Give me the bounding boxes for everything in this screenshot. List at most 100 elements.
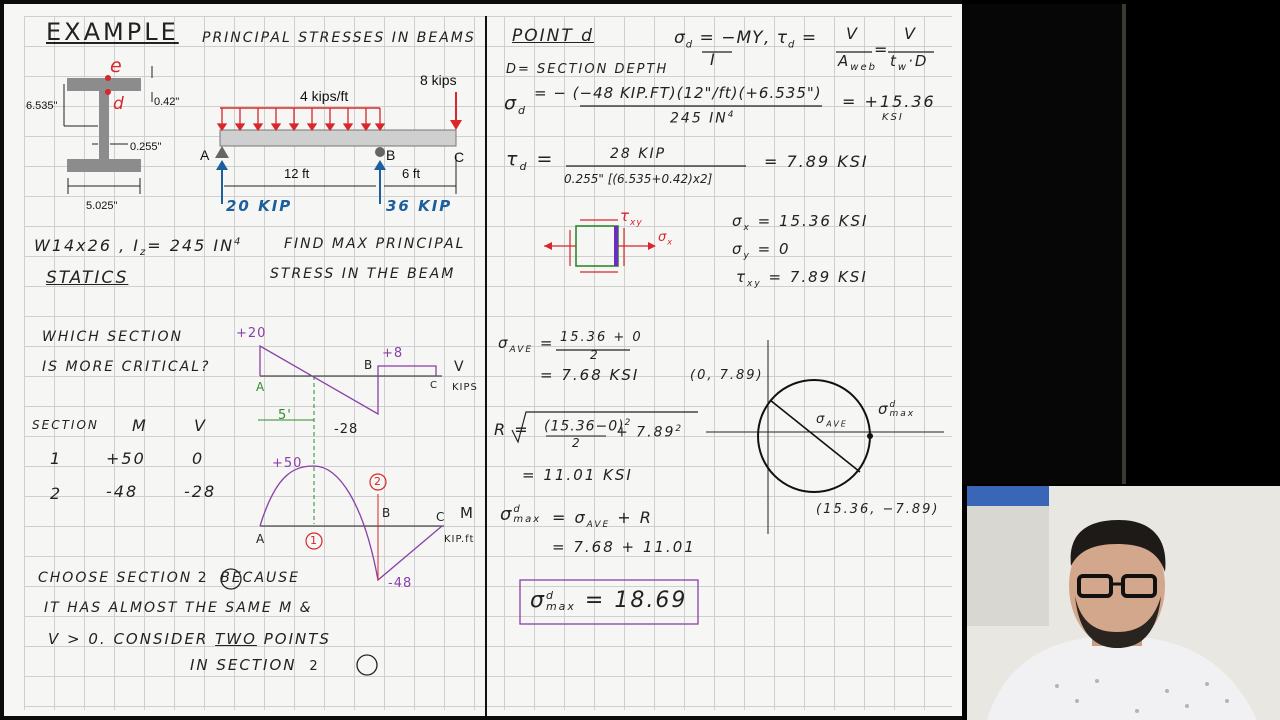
table-header-m: M (132, 416, 148, 435)
find-line-1: FIND MAX PRINCIPAL (284, 236, 466, 252)
sy-line: σy = 0 (732, 240, 791, 261)
dim-web: 0.255" (130, 141, 162, 153)
moment-pos-label: +50 (272, 456, 303, 471)
top-flange (67, 78, 141, 91)
sx-line: σx = 15.36 KSI (732, 212, 869, 233)
save-result: = 7.68 KSI (540, 366, 640, 384)
choose-circle-2 (356, 654, 378, 676)
label-e: e (110, 55, 123, 77)
shear-curve (259, 344, 437, 416)
r-expr-tail: + 7.892 (616, 424, 684, 441)
shear-neg-label: -28 (334, 422, 359, 437)
mohr-point-1: (0, 7.89) (690, 368, 764, 383)
beam-label-a: A (200, 147, 210, 163)
web (99, 91, 109, 159)
formula-eq2: = (874, 40, 890, 59)
moment-curve (259, 465, 443, 582)
shear-c-label: C (430, 380, 438, 391)
table-header-section: SECTION (32, 418, 99, 432)
table-header-v: V (194, 416, 207, 435)
moment-m-label: M (460, 504, 474, 522)
shear-a-label: A (256, 380, 266, 394)
txy-line: τxy = 7.89 KSI (736, 268, 868, 289)
formula-sigma-d: σd = −MY (674, 28, 764, 51)
which-line-2: IS MORE CRITICAL? (42, 359, 211, 375)
sigma-d-unit: KSI (882, 112, 904, 123)
find-line-2: STRESS IN THE BEAM (270, 266, 456, 282)
shear-pos-label: +20 (236, 326, 267, 341)
table-row-1-section: 1 (50, 449, 63, 468)
reaction-b-label: 36 KIP (386, 197, 453, 215)
moment-c-label: C (436, 510, 446, 524)
tau-d-result: = 7.89 KSI (764, 152, 869, 171)
shear-b-point-label: B (364, 358, 374, 372)
beam-label-c: C (454, 149, 465, 165)
mohr-point-2: (15.36, −7.89) (816, 502, 940, 517)
formula-v2: V (904, 24, 917, 43)
section-props: W14x26 , Iz= 245 IN4 (34, 236, 243, 259)
mohr-center-label: σAVE (816, 412, 848, 429)
dist-load-label: 4 kips/ft (300, 88, 349, 104)
tau-d-num: 28 KIP (610, 146, 667, 162)
sigma-d-result: = +15.36 (842, 92, 936, 111)
reaction-a-label: 20 KIP (226, 197, 293, 215)
formula-tau-d: , τd = (764, 28, 818, 51)
save-num: 15.36 + 0 (560, 330, 643, 345)
label-d: d (113, 94, 125, 114)
boxed-answer: σ d max = 18.69 (530, 588, 688, 613)
formula-sigma-den: I (710, 50, 717, 69)
moment-unit-label: KIP.ft (444, 534, 475, 545)
table-row-1-v: 0 (192, 449, 205, 468)
point-d-dot (105, 89, 111, 95)
moment-circle-2-label: 2 (374, 475, 381, 488)
dim-depth: 6.535" (26, 100, 58, 112)
save-den: 2 (590, 348, 600, 362)
sigma-d-den: 245 IN4 (670, 110, 736, 127)
sigma-d-lhs: σd (504, 92, 528, 117)
table-row-2-v: -28 (184, 482, 217, 501)
presenter-figure (967, 486, 1280, 720)
r-result: = 11.01 KSI (522, 466, 633, 484)
dim-flange: 5.025" (86, 200, 118, 212)
smax-eq: = σAVE + R (552, 508, 653, 531)
shear-v-label: V (454, 359, 465, 375)
stress-element (575, 225, 619, 267)
elem-sigma-label: σx (658, 230, 673, 247)
statics-heading: STATICS (46, 268, 129, 288)
choose-line-4: IN SECTION 2 (190, 656, 318, 674)
dark-panel-frame (962, 4, 1126, 484)
dim-042: 0.42" (154, 96, 180, 108)
depth-note: D= SECTION DEPTH (506, 62, 669, 77)
point-load-label: 8 kips (420, 72, 457, 88)
table-row-2-section: 2 (50, 484, 63, 503)
elem-tau-label: τxy (620, 207, 643, 228)
point-d-heading: POINT d (512, 26, 594, 46)
sigma-d-num: = − (−48 KIP.FT)(12"/ft)(+6.535") (534, 84, 822, 102)
shear-b-label: +8 (382, 346, 404, 361)
mohr-max-label: σ d max (878, 399, 916, 419)
save-lhs: σAVE = (498, 334, 555, 355)
smax-line-2: = 7.68 + 11.01 (552, 538, 696, 556)
formula-aweb: Aweb (838, 52, 877, 73)
bottom-flange (67, 159, 141, 172)
webcam-overlay (967, 486, 1280, 720)
moment-a-label: A (256, 532, 266, 546)
support-a (215, 146, 229, 158)
dist-load-arrows (216, 108, 386, 132)
span-ab-label: 12 ft (284, 166, 310, 181)
shear-dist-label: 5' (278, 408, 292, 423)
moment-b-label: B (382, 506, 392, 520)
mohr-diameter (769, 399, 861, 473)
support-b (375, 147, 385, 157)
whiteboard-page: EXAMPLE PRINCIPAL STRESSES IN BEAMS e d … (4, 4, 962, 716)
choose-line-1: CHOOSE SECTION 2 BECAUSE (38, 570, 301, 586)
formula-v1: V (846, 24, 859, 43)
r-expr-den: 2 (572, 436, 582, 450)
r-lhs: R = (494, 420, 530, 439)
tau-d-lhs: τd = (506, 148, 555, 173)
table-row-2-m: -48 (106, 482, 139, 501)
moment-circle-1-label: 1 (310, 534, 317, 547)
smax-lhs: σ d max (500, 504, 542, 525)
shear-unit-label: KIPS (452, 382, 478, 393)
span-bc-label: 6 ft (402, 166, 421, 181)
